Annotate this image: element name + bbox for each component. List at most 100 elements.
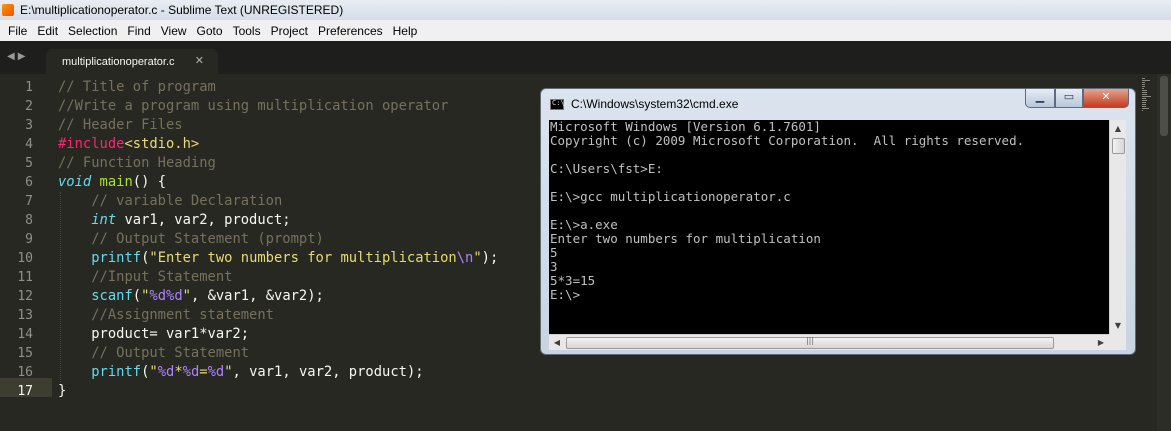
- code-token: // variable Declaration: [91, 193, 283, 209]
- code-token: \n: [456, 250, 474, 266]
- code-token: );: [481, 250, 499, 266]
- code-line: // variable Declaration: [58, 192, 282, 211]
- code-line: //Write a program using multiplication o…: [58, 97, 448, 116]
- line-number: 6: [25, 175, 33, 190]
- minimap-line: [1142, 92, 1147, 93]
- line-number: 11: [17, 270, 33, 285]
- minimap-line: [1142, 104, 1146, 105]
- minimap-line: [1142, 110, 1143, 111]
- cmd-output-line: 5: [550, 245, 558, 260]
- cmd-output-line: [550, 176, 1024, 190]
- minimap-line: [1142, 78, 1145, 79]
- minimap[interactable]: [1140, 74, 1154, 431]
- code-token: %d%d: [149, 288, 183, 304]
- line-number: 13: [17, 308, 33, 323]
- tab-nav-arrows-icon[interactable]: ◀▶: [7, 51, 28, 62]
- editor-scrollbar[interactable]: [1157, 74, 1171, 431]
- code-line: printf("%d*%d=%d", var1, var2, product);: [58, 363, 423, 382]
- code-line: //Input Statement: [58, 268, 232, 287]
- menu-find[interactable]: Find: [122, 24, 155, 38]
- code-line: // Output Statement: [58, 344, 249, 363]
- menu-view[interactable]: View: [156, 24, 192, 38]
- menu-preferences[interactable]: Preferences: [313, 24, 388, 38]
- editor-scrollbar-thumb[interactable]: [1160, 76, 1168, 136]
- scroll-down-arrow-icon[interactable]: ▼: [1110, 317, 1126, 334]
- line-number: 4: [25, 137, 33, 152]
- scroll-grip-icon: |||: [805, 336, 815, 345]
- cmd-output-line: [550, 204, 1024, 218]
- code-token: *: [174, 364, 183, 380]
- cmd-vertical-scrollbar[interactable]: ▲ ▼: [1109, 120, 1126, 334]
- scroll-right-arrow-icon[interactable]: ▶: [1093, 335, 1109, 351]
- code-token: printf: [91, 364, 142, 380]
- cmd-output-line: Enter two numbers for multiplication: [550, 231, 821, 246]
- line-number: 3: [25, 118, 33, 133]
- minimap-line: [1142, 90, 1147, 91]
- code-token: , &var1, &var2);: [190, 288, 324, 304]
- code-line: }: [58, 382, 66, 401]
- menu-edit[interactable]: Edit: [32, 24, 63, 38]
- code-token: ": [182, 288, 191, 304]
- menu-help[interactable]: Help: [388, 24, 423, 38]
- code-line: product= var1*var2;: [58, 325, 249, 344]
- tab-multiplicationoperator[interactable]: multiplicationoperator.c ✕: [46, 49, 218, 74]
- indent-guide: [60, 192, 61, 382]
- code-token: // Header Files: [58, 117, 183, 133]
- sublime-app-icon: [2, 4, 14, 16]
- line-number: 2: [25, 99, 33, 114]
- code-token: // Output Statement: [91, 345, 250, 361]
- line-number: 1: [25, 80, 33, 95]
- cmd-output-line: 5*3=15: [550, 273, 596, 288]
- cmd-output-line: E:\>: [550, 287, 581, 302]
- minimap-line: [1142, 86, 1145, 87]
- cmd-console-output[interactable]: Microsoft Windows [Version 6.1.7601] Copy…: [549, 120, 1125, 334]
- cmd-horizontal-scroll-thumb[interactable]: |||: [566, 336, 1054, 349]
- code-token: %d: [182, 364, 200, 380]
- minimap-line: [1142, 102, 1146, 103]
- close-button[interactable]: ✕: [1083, 89, 1129, 108]
- scroll-up-arrow-icon[interactable]: ▲: [1110, 120, 1126, 137]
- cmd-output-line: [550, 148, 1024, 162]
- cmd-output-line: Microsoft Windows [Version 6.1.7601]: [550, 120, 821, 134]
- code-line: #include<stdio.h>: [58, 135, 199, 154]
- menu-project[interactable]: Project: [266, 24, 313, 38]
- code-token: scanf: [91, 288, 133, 304]
- cmd-titlebar[interactable]: C:\ C:\Windows\system32\cmd.exe ▁ ▭ ✕: [541, 89, 1135, 119]
- cmd-window[interactable]: C:\ C:\Windows\system32\cmd.exe ▁ ▭ ✕ Mi…: [540, 88, 1136, 355]
- cmd-vertical-scroll-thumb[interactable]: [1112, 138, 1125, 154]
- cmd-horizontal-scrollbar[interactable]: ◀ ||| ▶: [549, 334, 1109, 350]
- menu-goto[interactable]: Goto: [192, 24, 228, 38]
- maximize-button[interactable]: ▭: [1055, 89, 1083, 108]
- code-line: // Output Statement (prompt): [58, 230, 324, 249]
- window-titlebar[interactable]: E:\multiplicationoperator.c - Sublime Te…: [0, 0, 1171, 20]
- tab-close-icon[interactable]: ✕: [195, 54, 204, 67]
- menu-selection[interactable]: Selection: [63, 24, 122, 38]
- code-token: ": [149, 364, 158, 380]
- code-token: //Write a program using multiplication o…: [58, 98, 449, 114]
- line-number: 8: [25, 213, 33, 228]
- minimap-line: [1142, 100, 1147, 101]
- code-token: void: [58, 174, 92, 190]
- code-line: // Function Heading: [58, 154, 216, 173]
- menu-file[interactable]: File: [3, 24, 32, 38]
- scroll-left-arrow-icon[interactable]: ◀: [549, 335, 565, 351]
- cmd-resize-corner[interactable]: [1109, 334, 1126, 350]
- minimize-button[interactable]: ▁: [1025, 89, 1055, 108]
- tab-label: multiplicationoperator.c: [62, 55, 175, 68]
- cmd-output-lines: Microsoft Windows [Version 6.1.7601] Copy…: [550, 120, 1024, 302]
- menu-tools[interactable]: Tools: [228, 24, 266, 38]
- minimap-line: [1142, 94, 1147, 95]
- code-token: %d: [207, 364, 225, 380]
- tab-bar: ◀▶ multiplicationoperator.c ✕: [0, 41, 1171, 74]
- code-token: // Output Statement (prompt): [91, 231, 324, 247]
- code-token: =: [199, 364, 208, 380]
- cmd-output-line: E:\>gcc multiplicationoperator.c: [550, 189, 791, 204]
- code-token: }: [58, 383, 67, 399]
